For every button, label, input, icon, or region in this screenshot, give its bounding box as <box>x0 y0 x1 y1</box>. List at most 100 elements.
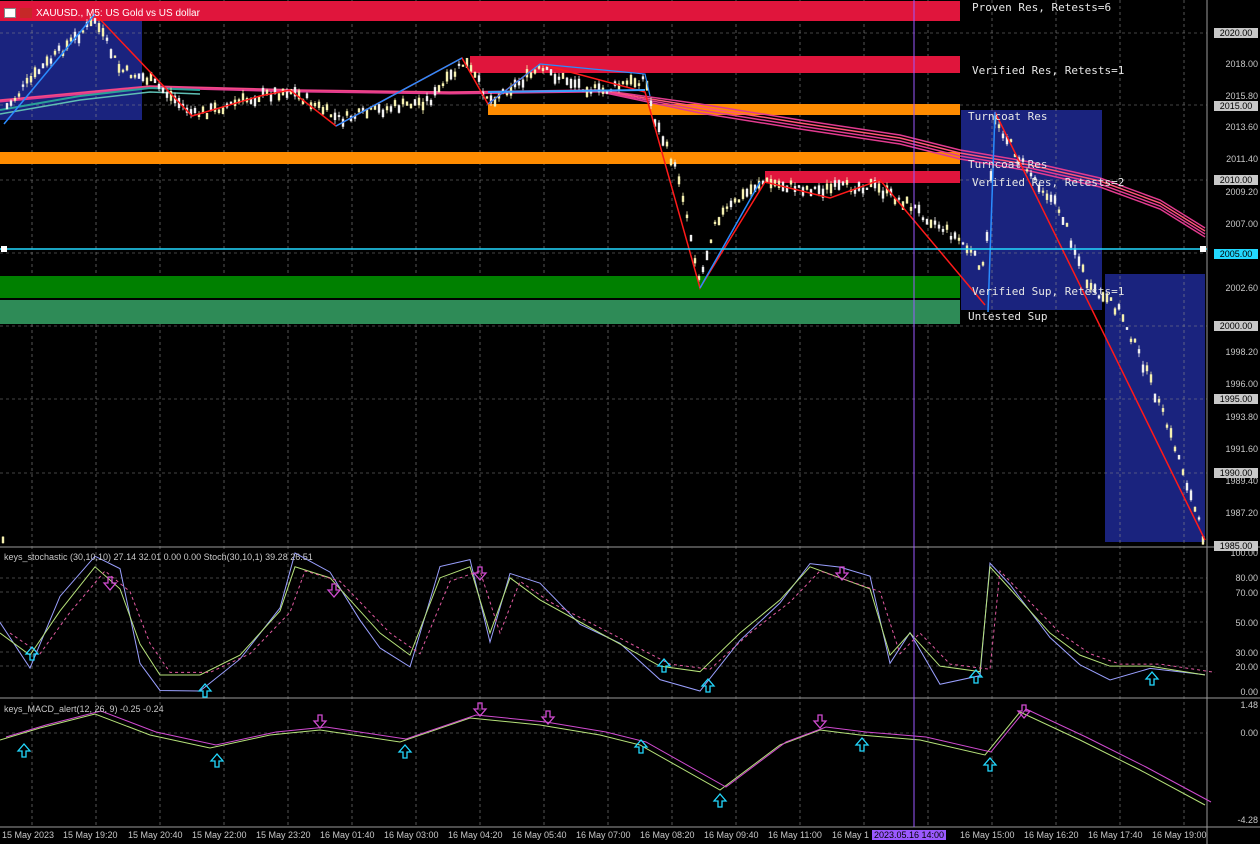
macd-level: 1.48 <box>1240 700 1258 710</box>
candle <box>905 196 909 204</box>
candle <box>413 99 417 106</box>
arrow-up-icon <box>854 737 870 752</box>
candle <box>977 265 981 270</box>
stochastic-title: keys_stochastic (30,10,10) 27.14 32.01 0… <box>4 552 313 562</box>
candle <box>945 224 949 230</box>
candle <box>213 102 217 112</box>
candle <box>829 183 833 194</box>
chart-grid-icon[interactable] <box>4 8 16 18</box>
candle <box>521 79 525 88</box>
candle <box>541 68 545 71</box>
current-price-tag: 2005.00 <box>1214 249 1258 259</box>
candle <box>629 74 633 85</box>
stoch-level: 50.00 <box>1235 618 1258 628</box>
candle <box>417 97 421 106</box>
candle <box>45 56 49 66</box>
candle <box>1077 256 1081 266</box>
candle <box>973 250 977 256</box>
candle <box>345 111 349 116</box>
candle <box>1049 194 1053 202</box>
arrow-up-icon <box>982 757 998 772</box>
candle <box>813 186 817 189</box>
time-label: 15 May 19:20 <box>63 830 118 840</box>
candle <box>745 188 749 197</box>
candle <box>333 112 337 121</box>
candle <box>661 136 665 146</box>
candle <box>409 103 413 109</box>
price-tag: 2010.00 <box>1214 175 1258 185</box>
candle <box>157 83 161 89</box>
candle <box>1045 193 1049 200</box>
candle <box>269 94 273 102</box>
time-label: 16 May 11:00 <box>768 830 822 840</box>
candle <box>505 93 509 96</box>
candle <box>1145 365 1149 372</box>
candle <box>729 200 733 208</box>
candle <box>477 75 481 82</box>
time-label: 16 May 19:00 <box>1152 830 1207 840</box>
candle <box>1189 490 1193 501</box>
candle <box>449 69 453 80</box>
candle <box>205 113 209 120</box>
candle <box>321 107 325 115</box>
candle <box>953 232 957 239</box>
candle <box>789 180 793 185</box>
candle <box>485 96 489 99</box>
price-tag: 1995.00 <box>1214 394 1258 404</box>
candle <box>129 75 133 79</box>
candle <box>161 87 165 94</box>
price-line-handle[interactable] <box>1 246 7 252</box>
candle <box>805 185 809 190</box>
candle <box>685 214 689 219</box>
candle <box>329 114 333 118</box>
candle <box>933 220 937 225</box>
candle <box>957 237 961 241</box>
candle <box>837 180 841 190</box>
candle <box>385 106 389 111</box>
time-label: 16 May 17:40 <box>1088 830 1143 840</box>
candle <box>165 91 169 98</box>
candle <box>377 104 381 113</box>
time-label: 16 May 08:20 <box>640 830 695 840</box>
candle <box>57 45 61 51</box>
candle <box>153 78 157 83</box>
candle <box>441 83 445 87</box>
candle <box>741 189 745 199</box>
candle <box>425 96 429 102</box>
candle <box>565 77 569 85</box>
candle <box>701 266 705 273</box>
candle <box>125 65 129 71</box>
candle <box>705 250 709 261</box>
symbol-flag-icon[interactable] <box>20 8 32 18</box>
candle <box>577 78 581 88</box>
candle <box>1081 264 1085 272</box>
candle <box>1125 327 1129 330</box>
candle <box>585 87 589 97</box>
candle <box>533 69 537 74</box>
candle <box>397 105 401 113</box>
candle <box>593 84 597 88</box>
candle <box>1193 506 1197 512</box>
time-label: 15 May 20:40 <box>128 830 183 840</box>
candle <box>621 81 625 85</box>
candle <box>1157 399 1161 403</box>
candle <box>29 75 33 83</box>
candle <box>145 77 149 85</box>
chart-canvas[interactable] <box>0 0 1260 844</box>
candle <box>637 83 641 86</box>
price-line-handle[interactable] <box>1200 246 1206 252</box>
price-label: 2011.40 <box>1226 154 1258 164</box>
price-label: 2018.00 <box>1225 59 1258 69</box>
zigzag-blue <box>699 181 761 289</box>
zone-label-turncoat-res-1: Turncoat Res <box>968 110 1048 123</box>
stoch-level: 80.00 <box>1235 573 1258 583</box>
time-label: 16 May 07:00 <box>576 830 631 840</box>
price-tag: 1990.00 <box>1214 468 1258 478</box>
crosshair-time-label: 2023.05.16 14:00 <box>872 830 947 840</box>
price-tag: 2000.00 <box>1214 321 1258 331</box>
candle <box>925 218 929 225</box>
candle <box>997 124 1001 129</box>
time-label: 15 May 2023 <box>2 830 55 840</box>
candle <box>421 101 425 111</box>
zone-turncoat-res-2 <box>0 152 960 164</box>
